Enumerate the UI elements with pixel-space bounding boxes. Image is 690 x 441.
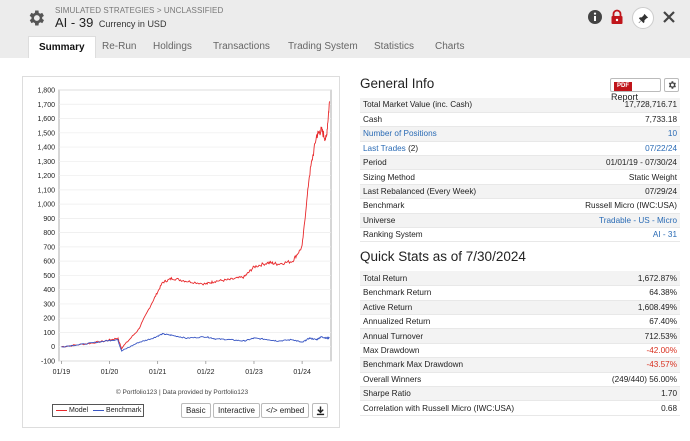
x-tick-label: 01/20 <box>101 369 119 376</box>
last-trades-link[interactable]: Last Trades <box>363 144 406 153</box>
plot-frame <box>58 89 332 362</box>
y-tick-label: -100 <box>41 359 55 366</box>
currency-label: Currency in USD <box>98 19 167 29</box>
table-row: Sharpe Ratio 1.70 <box>360 386 680 402</box>
table-row: Benchmark Max Drawdown -43.57% <box>360 357 680 373</box>
page-title: AI - 39 Currency in USD <box>55 15 166 30</box>
y-tick-label: 1,800 <box>37 88 55 95</box>
quick-stats-title: Quick Stats as of 7/30/2024 <box>360 249 526 265</box>
table-row: Active Return 1,608.49% <box>360 300 680 316</box>
pin-button[interactable] <box>632 7 654 29</box>
ranking-system-link[interactable]: AI - 31 <box>535 227 680 243</box>
tab-charts[interactable]: Charts <box>425 36 474 58</box>
table-row[interactable]: Number of Positions 10 <box>360 126 680 142</box>
x-tick-label: 01/23 <box>245 369 263 376</box>
chart-legend[interactable]: Model Benchmark <box>52 404 144 417</box>
y-tick-label: 1,700 <box>37 102 55 109</box>
x-tick-label: 01/24 <box>293 369 311 376</box>
y-tick-label: 1,200 <box>37 173 55 180</box>
table-row[interactable]: Last Trades (2) 07/22/24 <box>360 141 680 157</box>
general-info-table: Total Market Value (inc. Cash) 17,728,716… <box>360 98 680 243</box>
table-row: Annualized Return 67.40% <box>360 314 680 330</box>
table-row: Overall Winners (249/440) 56.00% <box>360 372 680 388</box>
y-tick-label: 0 <box>51 344 55 351</box>
number-of-positions-link[interactable]: Number of Positions <box>360 126 536 142</box>
tab-summary[interactable]: Summary <box>28 36 96 58</box>
y-tick-label: 1,400 <box>37 145 55 152</box>
table-row: Annual Turnover 712.53% <box>360 328 680 344</box>
line-chart[interactable]: 1,800 1,700 1,600 1,500 1,400 1,300 1,200 1,100… <box>23 77 341 395</box>
tab-re-run[interactable]: Re-Run <box>92 36 146 58</box>
info-panel: General Info PDFReport Total Market Valu… <box>360 76 680 416</box>
tab-holdings[interactable]: Holdings <box>143 36 202 58</box>
y-tick-label: 700 <box>43 244 55 251</box>
gear-icon <box>668 81 676 89</box>
gear-icon[interactable] <box>26 8 46 28</box>
y-tick-label: 400 <box>43 287 55 294</box>
benchmark-swatch <box>93 409 105 411</box>
table-row: Period 01/01/19 - 07/30/24 <box>360 155 680 171</box>
series-line-benchmark <box>61 332 330 352</box>
tab-transactions[interactable]: Transactions <box>203 36 280 58</box>
y-tick-label: 200 <box>43 316 55 323</box>
y-tick-label: 1,600 <box>37 116 55 123</box>
strategy-name: AI - 39 <box>55 15 94 30</box>
close-icon[interactable] <box>661 9 677 25</box>
info-icon[interactable] <box>587 9 603 25</box>
lock-icon[interactable] <box>609 9 625 25</box>
tab-trading-system[interactable]: Trading System <box>278 36 368 58</box>
table-row: Benchmark Return 64.38% <box>360 285 680 301</box>
quick-stats-table: Total Return 1,672.87% Benchmark Return 64… <box>360 271 680 416</box>
y-tick-label: 1,500 <box>37 130 55 137</box>
table-row: Sizing Method Static Weight <box>360 169 680 185</box>
x-tick-label: 01/22 <box>197 369 215 376</box>
x-tick-label: 01/21 <box>149 369 167 376</box>
table-row: Cash 7,733.18 <box>360 112 680 128</box>
report-settings-button[interactable] <box>664 78 679 92</box>
table-row: Universe Tradable - US - Micro <box>360 213 680 229</box>
report-label: Report <box>611 92 639 102</box>
legend-benchmark: Benchmark <box>106 407 142 414</box>
table-row: Total Return 1,672.87% <box>360 271 680 287</box>
y-tick-label: 1,300 <box>37 159 55 166</box>
model-swatch <box>56 409 67 411</box>
embed-button[interactable]: </> embed <box>261 403 310 418</box>
y-tick-label: 1,000 <box>37 202 55 209</box>
series-line-model <box>61 101 331 350</box>
report-button[interactable]: PDFReport <box>610 78 661 102</box>
tab-statistics[interactable]: Statistics <box>364 36 424 58</box>
table-row: Last Rebalanced (Every Week) 07/29/24 <box>360 184 680 200</box>
page-header: SIMULATED STRATEGIES > UNCLASSIFIED AI -… <box>0 0 690 36</box>
y-tick-label: 600 <box>43 259 55 266</box>
table-row: Benchmark Russell Micro (IWC:USA) <box>360 198 680 214</box>
x-tick-label: 01/19 <box>53 369 71 376</box>
universe-link[interactable]: Tradable - US - Micro <box>535 213 680 229</box>
y-tick-label: 300 <box>43 301 55 308</box>
y-tick-label: 500 <box>43 273 55 280</box>
summary-content: 1,800 1,700 1,600 1,500 1,400 1,300 1,200 1,100… <box>0 58 690 441</box>
y-tick-label: 100 <box>43 330 55 337</box>
pin-icon <box>638 13 649 24</box>
y-tick-label: 1,100 <box>37 187 55 194</box>
download-icon <box>316 406 325 416</box>
download-button[interactable] <box>312 403 328 418</box>
chart-credit: © Portfolio123 | Data provided by Portfo… <box>115 389 249 396</box>
tab-bar: Summary Re-Run Holdings Transactions Tra… <box>0 36 690 58</box>
table-row: Max Drawdown -42.00% <box>360 343 680 359</box>
table-row: Ranking System AI - 31 <box>360 227 680 243</box>
table-row: Correlation with Russell Micro (IWC:USA)… <box>360 400 680 416</box>
y-tick-label: 800 <box>43 230 55 237</box>
y-tick-label: 900 <box>43 216 55 223</box>
performance-chart: 1,800 1,700 1,600 1,500 1,400 1,300 1,200 1,100… <box>22 76 340 428</box>
legend-model: Model <box>69 407 89 414</box>
interactive-button[interactable]: Interactive <box>213 403 260 418</box>
pdf-badge: PDF <box>614 82 632 91</box>
breadcrumb[interactable]: SIMULATED STRATEGIES > UNCLASSIFIED <box>55 6 223 15</box>
basic-button[interactable]: Basic <box>181 403 211 418</box>
